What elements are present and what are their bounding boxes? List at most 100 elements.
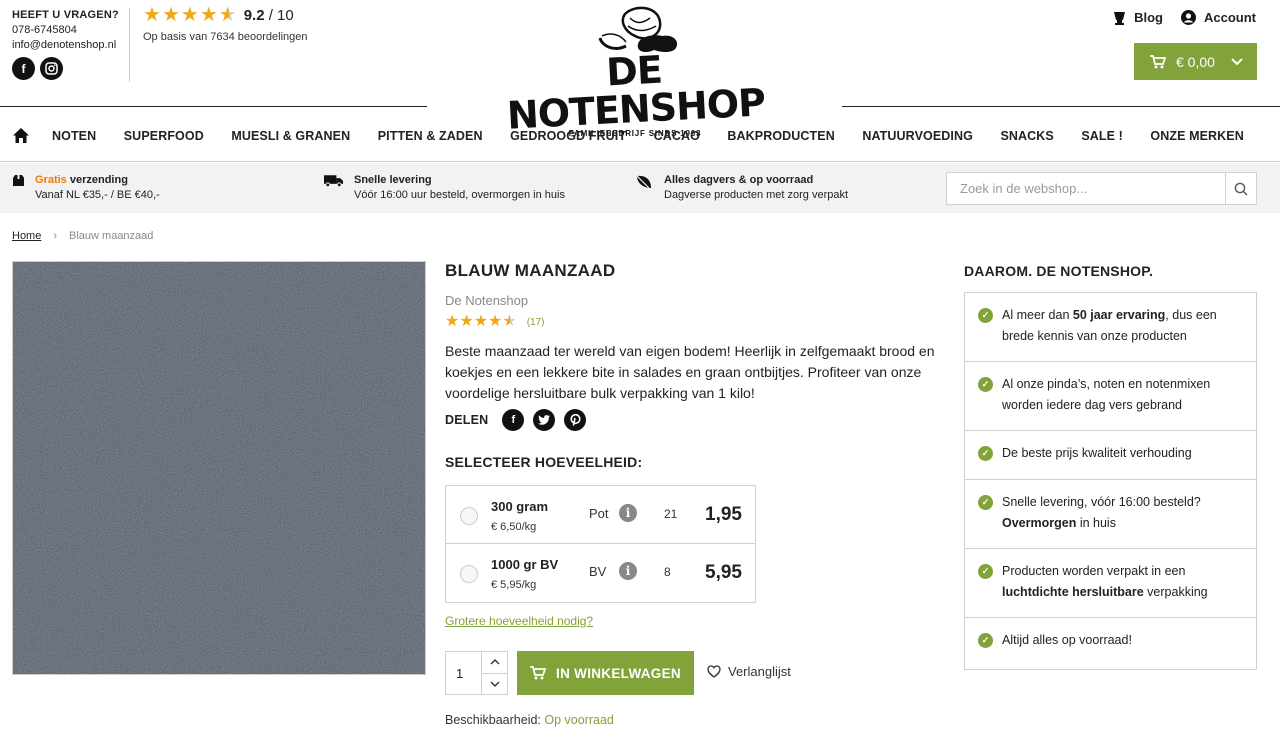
review-count[interactable]: (17) [527, 317, 545, 328]
pinterest-share-icon[interactable] [564, 409, 587, 431]
add-to-cart-label: IN WINKELWAGEN [556, 665, 681, 681]
wishlist-button[interactable]: Verlanglijst [707, 664, 791, 679]
option-price-per-kg: € 6,50/kg [491, 521, 537, 533]
nav-item-muesli-granen[interactable]: MUESLI & GRANEN [231, 129, 350, 143]
check-icon: ✓ [978, 564, 993, 579]
usp-delivery-sub: Vóór 16:00 uur besteld, overmorgen in hu… [354, 189, 565, 201]
bigger-quantity-link[interactable]: Grotere hoeveelheid nodig? [445, 614, 593, 628]
shop-rating-basis: Op basis van 7634 beoordelingen [143, 31, 308, 43]
breadcrumb-separator-icon: › [53, 230, 58, 242]
check-icon: ✓ [978, 633, 993, 648]
cup-icon [1114, 11, 1126, 25]
cart-amount: € 0,00 [1176, 53, 1215, 70]
check-icon: ✓ [978, 495, 993, 510]
product-rating[interactable]: ★ ★ ★ ★ ★ (17) [445, 314, 945, 330]
info-icon[interactable]: i [619, 504, 637, 522]
option-packaging: BV [589, 564, 607, 579]
site-logo[interactable]: DE NOTENSHOP FAMILIEBEDRIJF SINDS 1963 [500, 6, 770, 138]
shop-rating[interactable]: ★ ★ ★ ★ ★ 9.2 / 10 Op basis van 7634 beo… [143, 5, 308, 43]
chevron-down-icon [1231, 57, 1243, 65]
quantity-options: 300 gram € 6,50/kg Pot i 21 1,95 1000 gr… [445, 485, 756, 603]
account-label: Account [1204, 10, 1256, 25]
option-stock: 8 [664, 565, 671, 579]
add-to-cart-button[interactable]: IN WINKELWAGEN [517, 651, 694, 695]
account-link[interactable]: Account [1181, 10, 1256, 25]
usp-shipping-highlight: Gratis [35, 174, 67, 186]
nav-item-superfood[interactable]: SUPERFOOD [124, 129, 204, 143]
contact-phone[interactable]: 078-6745804 [12, 24, 130, 36]
nav-item-gedroogd-fruit[interactable]: GEDROOGD FRUIT [510, 129, 626, 143]
cart-icon [1150, 54, 1166, 68]
star-half-icon: ★ [218, 4, 237, 26]
usp-shipping-title: verzending [66, 174, 128, 186]
option-price: 5,95 [705, 562, 742, 583]
nav-item-cacao[interactable]: CACAO [654, 129, 700, 143]
star-icon: ★ [459, 313, 474, 330]
availability-label: Beschikbaarheid: [445, 713, 545, 727]
cart-button[interactable]: € 0,00 [1134, 43, 1257, 80]
star-icon: ★ [473, 313, 489, 330]
availability-value: Op voorraad [544, 713, 614, 727]
quantity-option[interactable]: 300 gram € 6,50/kg Pot i 21 1,95 [446, 486, 755, 544]
facebook-share-icon[interactable]: f [502, 409, 525, 431]
top-links: Blog Account [1113, 10, 1256, 25]
nav-item-bakproducten[interactable]: BAKPRODUCTEN [727, 129, 834, 143]
decrement-button[interactable] [482, 674, 507, 695]
main-nav: NOTEN SUPERFOOD MUESLI & GRANEN PITTEN &… [0, 110, 1280, 162]
breadcrumb-current: Blauw maanzaad [69, 230, 154, 242]
blog-link[interactable]: Blog [1113, 10, 1163, 25]
why-us-item: ✓ Al onze pinda’s, noten en notenmixen w… [965, 362, 1256, 431]
check-icon: ✓ [978, 446, 993, 461]
instagram-icon[interactable] [40, 57, 63, 80]
why-text: De beste prijs kwaliteit verhouding [1002, 446, 1192, 460]
option-radio[interactable] [460, 507, 478, 525]
product-title: BLAUW MAANZAAD [445, 261, 616, 280]
why-text: Al onze pinda’s, noten en notenmixen wor… [1002, 377, 1211, 412]
info-icon[interactable]: i [619, 562, 637, 580]
usp-fresh-title: Alles dagvers & op voorraad [664, 174, 814, 186]
search-input[interactable] [947, 173, 1225, 204]
blog-label: Blog [1134, 10, 1163, 25]
usp-delivery: Snelle levering Vóór 16:00 uur besteld, … [324, 173, 565, 203]
usp-shipping-sub: Vanaf NL €35,- / BE €40,- [35, 189, 160, 201]
usp-shipping: Gratis verzending Vanaf NL €35,- / BE €4… [12, 173, 160, 203]
usp-fresh: Alles dagvers & op voorraad Dagverse pro… [634, 173, 848, 203]
option-packaging: Pot [589, 506, 609, 521]
why-us-item: ✓ Producten worden verpakt in een luchtd… [965, 549, 1256, 618]
why-us-title: DAAROM. DE NOTENSHOP. [964, 263, 1154, 279]
box-icon [12, 173, 25, 203]
star-icon: ★ [199, 4, 218, 26]
nav-item-natuurvoeding[interactable]: NATUURVOEDING [862, 129, 973, 143]
nav-item-sale[interactable]: SALE ! [1081, 129, 1123, 143]
share-bar: DELEN f [445, 409, 945, 431]
option-price-per-kg: € 5,95/kg [491, 579, 537, 591]
quantity-input[interactable]: 1 [446, 652, 481, 694]
why-text: Al meer dan [1002, 308, 1073, 322]
quantity-option[interactable]: 1000 gr BV € 5,95/kg BV i 8 5,95 [446, 544, 755, 602]
product-info: BLAUW MAANZAAD De Notenshop ★ ★ ★ ★ ★ (1… [445, 261, 945, 739]
why-text: in huis [1076, 516, 1116, 530]
truck-icon [324, 173, 344, 203]
twitter-share-icon[interactable] [533, 409, 556, 431]
option-radio[interactable] [460, 565, 478, 583]
nav-item-noten[interactable]: NOTEN [52, 129, 96, 143]
search-button[interactable] [1225, 173, 1256, 204]
nav-item-pitten-zaden[interactable]: PITTEN & ZADEN [378, 129, 483, 143]
home-icon[interactable] [12, 127, 30, 145]
star-icon: ★ [445, 313, 460, 330]
product-image[interactable] [12, 261, 426, 675]
star-half-icon: ★ [502, 313, 517, 330]
cart-icon [530, 666, 547, 680]
facebook-icon[interactable]: f [12, 57, 35, 80]
contact-email[interactable]: info@denotenshop.nl [12, 39, 130, 51]
chevron-down-icon [490, 681, 499, 687]
nav-item-onze-merken[interactable]: ONZE MERKEN [1150, 129, 1243, 143]
breadcrumb-home[interactable]: Home [12, 230, 41, 242]
nav-item-snacks[interactable]: SNACKS [1000, 129, 1053, 143]
option-name: 1000 gr BV [491, 557, 559, 572]
availability: Beschikbaarheid: Op voorraad [445, 713, 614, 727]
product-brand[interactable]: De Notenshop [445, 293, 945, 308]
increment-button[interactable] [482, 652, 507, 674]
usp-bar: Gratis verzending Vanaf NL €35,- / BE €4… [0, 163, 1280, 213]
search-box [946, 172, 1257, 205]
